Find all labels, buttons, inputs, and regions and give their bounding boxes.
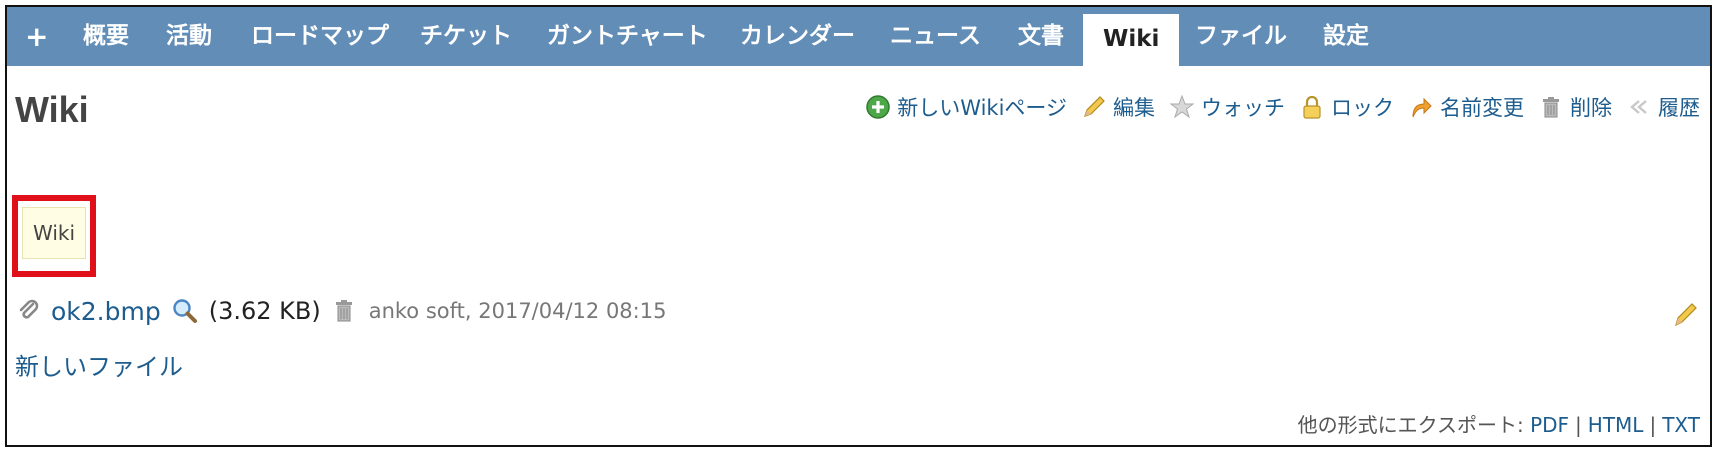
tab-issues[interactable]: チケット bbox=[420, 7, 512, 66]
export-separator: | bbox=[1649, 413, 1657, 437]
tab-documents[interactable]: 文書 bbox=[1018, 7, 1064, 66]
tab-files[interactable]: ファイル bbox=[1195, 7, 1287, 66]
attachment-author-date: anko soft, 2017/04/12 08:15 bbox=[368, 299, 667, 323]
new-wiki-page-link[interactable]: 新しいWikiページ bbox=[865, 92, 1067, 122]
edit-link[interactable]: 編集 bbox=[1081, 92, 1155, 122]
tab-overview[interactable]: 概要 bbox=[83, 7, 129, 66]
export-links: 他の形式にエクスポート: PDF | HTML | TXT bbox=[1298, 409, 1700, 438]
export-separator: | bbox=[1575, 413, 1582, 437]
edit-label: 編集 bbox=[1113, 96, 1155, 120]
tab-wiki[interactable]: Wiki bbox=[1083, 14, 1180, 66]
history-link[interactable]: 履歴 bbox=[1626, 92, 1700, 122]
lock-label: ロック bbox=[1331, 96, 1394, 120]
pencil-icon bbox=[1081, 94, 1107, 120]
tab-gantt[interactable]: ガントチャート bbox=[547, 7, 708, 66]
edit-attachments-icon[interactable] bbox=[1672, 299, 1700, 329]
export-txt-link[interactable]: TXT bbox=[1662, 413, 1700, 437]
trash-icon bbox=[1538, 94, 1564, 120]
rename-arrow-icon bbox=[1408, 94, 1434, 120]
lock-link[interactable]: ロック bbox=[1299, 92, 1394, 122]
wiki-content-text: Wiki bbox=[22, 207, 86, 259]
export-html-link[interactable]: HTML bbox=[1588, 413, 1644, 437]
tab-activity[interactable]: 活動 bbox=[166, 7, 212, 66]
tab-roadmap[interactable]: ロードマップ bbox=[251, 7, 389, 66]
watch-label: ウォッチ bbox=[1201, 96, 1285, 120]
wiki-actions: 新しいWikiページ 編集 ウォッチ ロック 名前変更 削除 履歴 bbox=[851, 91, 1700, 123]
delete-link[interactable]: 削除 bbox=[1538, 92, 1612, 122]
tab-new[interactable]: + bbox=[25, 7, 48, 66]
delete-label: 削除 bbox=[1570, 96, 1612, 120]
export-pdf-link[interactable]: PDF bbox=[1530, 413, 1569, 437]
magnifier-icon[interactable] bbox=[171, 297, 199, 325]
main-menu: + 概要 活動 ロードマップ チケット ガントチャート カレンダー ニュース 文… bbox=[7, 7, 1710, 66]
paperclip-icon bbox=[19, 299, 39, 319]
page-frame: + 概要 活動 ロードマップ チケット ガントチャート カレンダー ニュース 文… bbox=[5, 5, 1712, 447]
tab-calendar[interactable]: カレンダー bbox=[740, 7, 855, 66]
new-file-link[interactable]: 新しいファイル bbox=[15, 347, 183, 382]
export-label: 他の形式にエクスポート: bbox=[1297, 413, 1524, 437]
tab-news[interactable]: ニュース bbox=[890, 7, 981, 66]
tab-settings[interactable]: 設定 bbox=[1323, 7, 1369, 66]
add-icon bbox=[865, 94, 891, 120]
rename-link[interactable]: 名前変更 bbox=[1408, 92, 1524, 122]
star-icon bbox=[1169, 94, 1195, 120]
watch-link[interactable]: ウォッチ bbox=[1169, 92, 1285, 122]
history-label: 履歴 bbox=[1658, 96, 1700, 120]
delete-attachment-icon[interactable] bbox=[333, 299, 355, 323]
lock-icon bbox=[1299, 94, 1325, 120]
rename-label: 名前変更 bbox=[1440, 96, 1524, 120]
attachment-size: (3.62 KB) bbox=[208, 297, 321, 325]
history-icon bbox=[1626, 94, 1652, 120]
new-wiki-page-label: 新しいWikiページ bbox=[897, 96, 1067, 120]
attachment-row: ok2.bmp (3.62 KB) anko soft, 2017/04/12 … bbox=[17, 295, 666, 327]
attachment-filename-link[interactable]: ok2.bmp bbox=[51, 297, 161, 326]
page-title: Wiki bbox=[15, 89, 89, 130]
